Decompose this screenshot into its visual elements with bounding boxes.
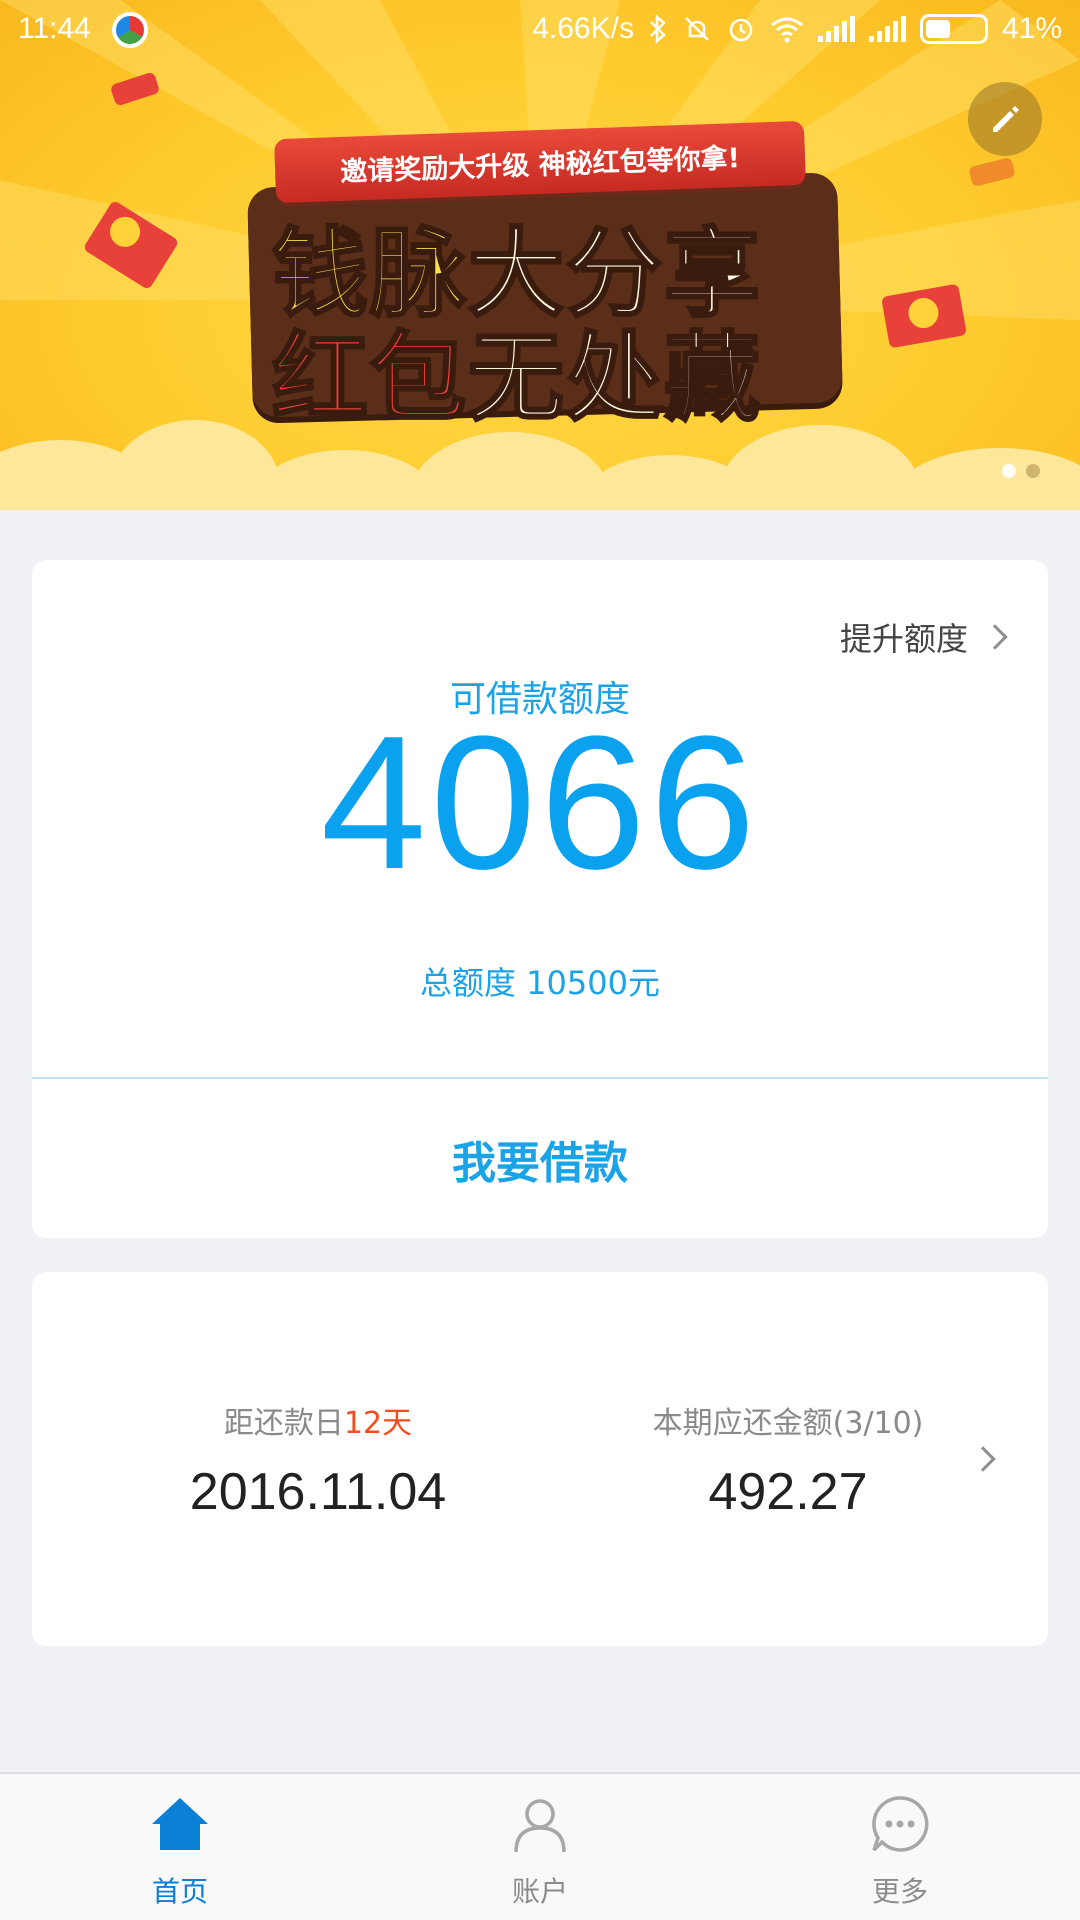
signal-icon xyxy=(817,16,855,42)
battery-percent: 41% xyxy=(1001,12,1062,45)
alarm-icon xyxy=(729,18,753,42)
due-date-value: 2016.11.04 xyxy=(189,1463,447,1521)
app-notification-icon xyxy=(112,12,148,48)
due-date-section: 距还款日12天 2016.11.04 xyxy=(108,1398,528,1522)
chevron-right-icon xyxy=(982,624,1008,650)
mute-icon xyxy=(685,17,709,41)
edit-button[interactable] xyxy=(968,82,1042,156)
borrow-button[interactable]: 我要借款 xyxy=(32,1079,1048,1238)
credit-card: 提升额度 可借款额度 4066 总额度 10500元 我要借款 xyxy=(32,560,1048,1238)
due-days: 12天 xyxy=(343,1406,413,1441)
bluetooth-icon xyxy=(650,14,666,44)
pager-dot-active xyxy=(1002,464,1016,478)
bottom-nav: 首页 账户 更多 xyxy=(0,1772,1080,1920)
pencil-icon xyxy=(993,106,1019,132)
more-chat-icon xyxy=(872,1796,929,1852)
raise-limit-label: 提升额度 xyxy=(839,620,968,658)
nav-home-label: 首页 xyxy=(151,1875,208,1908)
promo-line-2b: 无处藏 xyxy=(467,321,762,436)
nav-more[interactable]: 更多 xyxy=(800,1774,1000,1920)
signal-icon xyxy=(868,16,906,42)
repayment-card[interactable]: 距还款日12天 2016.11.04 本期应还金额(3/10) 492.27 xyxy=(32,1272,1048,1646)
raise-limit-link[interactable]: 提升额度 xyxy=(839,614,1008,660)
home-icon xyxy=(152,1798,208,1850)
amount-due-value: 492.27 xyxy=(708,1463,868,1521)
banner-pager xyxy=(1002,464,1040,478)
status-bar: 11:44 4.66K/s 41% xyxy=(0,0,1080,62)
promo-line-2: 红包无处藏 xyxy=(271,300,762,439)
pager-dot xyxy=(1026,464,1040,478)
person-icon xyxy=(514,1799,566,1853)
net-speed: 4.66K/s xyxy=(532,12,634,45)
promo-banner[interactable]: 邀请奖励大升级 神秘红包等你拿! 钱脉大分享 红包无处藏 11:44 4.66K… xyxy=(0,0,1080,510)
nav-account-label: 账户 xyxy=(511,1875,568,1908)
promo-line-2a: 红包 xyxy=(271,321,468,436)
nav-account[interactable]: 账户 xyxy=(440,1774,640,1920)
nav-more-label: 更多 xyxy=(871,1875,928,1908)
due-date-label: 距还款日12天 xyxy=(108,1398,528,1442)
due-label-prefix: 距还款日 xyxy=(223,1406,344,1441)
amount-due-label: 本期应还金额(3/10) xyxy=(652,1406,924,1441)
wifi-icon xyxy=(771,17,803,43)
nav-home[interactable]: 首页 xyxy=(80,1774,280,1920)
available-credit-value: 4066 xyxy=(320,697,760,909)
amount-due-section: 本期应还金额(3/10) 492.27 xyxy=(588,1398,988,1522)
battery-icon xyxy=(919,14,988,44)
total-credit-line: 总额度 10500元 xyxy=(420,964,660,1002)
status-time: 11:44 xyxy=(18,12,91,45)
